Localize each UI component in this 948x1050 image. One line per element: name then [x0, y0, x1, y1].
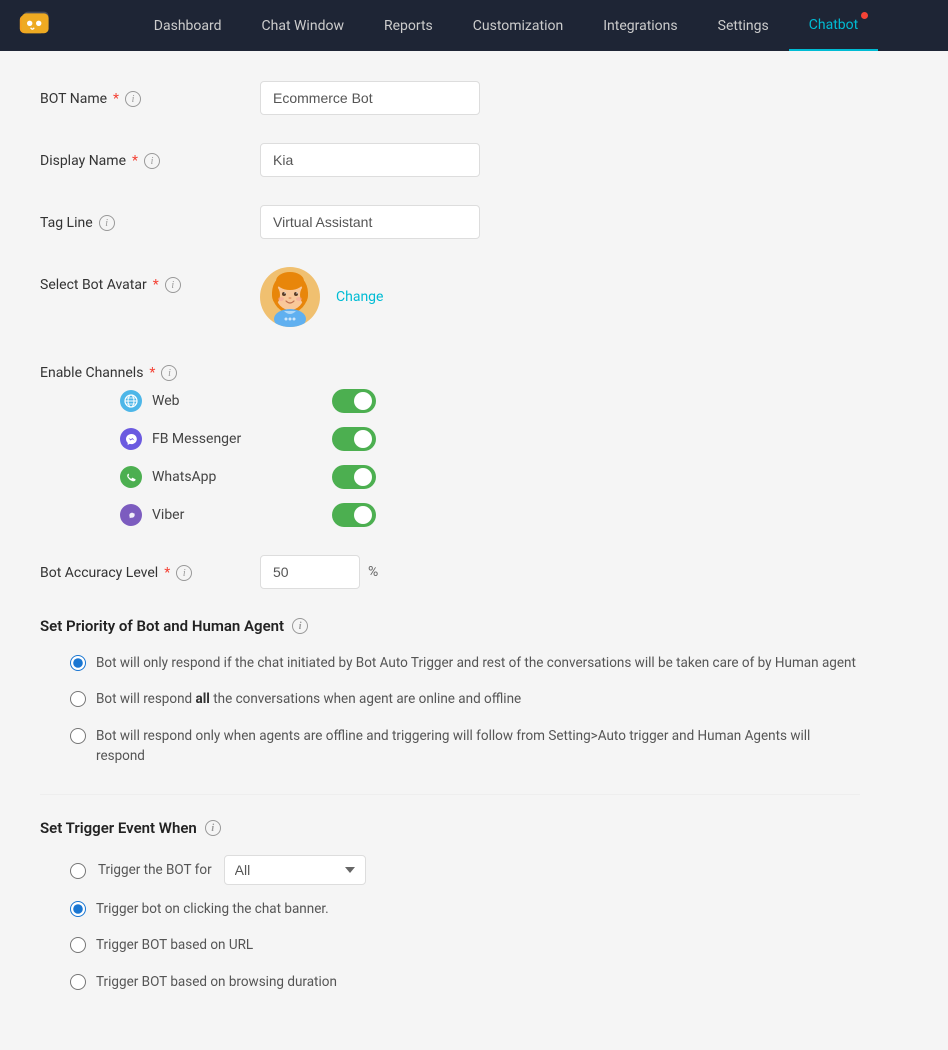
display-name-input-wrap: [260, 143, 860, 177]
priority-radio-3[interactable]: [70, 728, 86, 744]
trigger-section: Set Trigger Event When i Trigger the BOT…: [40, 819, 860, 992]
avatar-info-icon[interactable]: i: [165, 277, 181, 293]
trigger-option-4[interactable]: Trigger BOT based on browsing duration: [70, 972, 860, 992]
fb-icon: [120, 428, 142, 450]
nav-item-chat-window[interactable]: Chat Window: [242, 0, 364, 51]
priority-label-1: Bot will only respond if the chat initia…: [96, 653, 856, 673]
avatar-input-wrap: Change: [260, 267, 860, 327]
viber-toggle[interactable]: [332, 503, 376, 527]
bot-name-row: BOT Name * i: [40, 81, 860, 115]
priority-label-2: Bot will respond all the conversations w…: [96, 689, 521, 709]
tagline-row: Tag Line i: [40, 205, 860, 239]
priority-option-2[interactable]: Bot will respond all the conversations w…: [70, 689, 860, 709]
bot-name-input-wrap: [260, 81, 860, 115]
trigger-option-1: Trigger the BOT for All New Users Return…: [70, 855, 860, 885]
priority-info-icon[interactable]: i: [292, 618, 308, 634]
tagline-label: Tag Line i: [40, 205, 260, 231]
trigger-radio-4[interactable]: [70, 974, 86, 990]
accuracy-info-icon[interactable]: i: [176, 565, 192, 581]
trigger-info-icon[interactable]: i: [205, 820, 221, 836]
channel-row-web: Web: [120, 389, 860, 413]
accuracy-input-wrap: %: [260, 555, 860, 589]
trigger-radio-3[interactable]: [70, 937, 86, 953]
channel-row-whatsapp: WhatsApp: [120, 465, 860, 489]
priority-radio-2[interactable]: [70, 691, 86, 707]
tagline-info-icon[interactable]: i: [99, 215, 115, 231]
navbar: Dashboard Chat Window Reports Customizat…: [0, 0, 948, 51]
channel-row-fb: FB Messenger: [120, 427, 860, 451]
nav-item-reports[interactable]: Reports: [364, 0, 453, 51]
avatar: [260, 267, 320, 327]
priority-section: Set Priority of Bot and Human Agent i Bo…: [40, 617, 860, 766]
accuracy-percent: %: [368, 564, 378, 580]
avatar-required: *: [153, 277, 159, 293]
avatar-wrap: Change: [260, 267, 860, 327]
priority-option-1[interactable]: Bot will only respond if the chat initia…: [70, 653, 860, 673]
display-name-row: Display Name * i: [40, 143, 860, 177]
trigger-option-2[interactable]: Trigger bot on clicking the chat banner.: [70, 899, 860, 919]
nav-item-dashboard[interactable]: Dashboard: [134, 0, 242, 51]
channel-row-viber: Viber: [120, 503, 860, 527]
channels-required: *: [149, 365, 155, 381]
web-toggle[interactable]: [332, 389, 376, 413]
accuracy-required: *: [164, 565, 170, 581]
tagline-input[interactable]: [260, 205, 480, 239]
channel-name-viber: Viber: [152, 507, 272, 523]
accuracy-row: Bot Accuracy Level * i %: [40, 555, 860, 589]
avatar-row: Select Bot Avatar * i: [40, 267, 860, 327]
priority-label-3: Bot will respond only when agents are of…: [96, 726, 860, 767]
nav-item-customization[interactable]: Customization: [453, 0, 583, 51]
accuracy-wrap: %: [260, 555, 860, 589]
viber-icon: [120, 504, 142, 526]
trigger-option-3[interactable]: Trigger BOT based on URL: [70, 935, 860, 955]
change-avatar-link[interactable]: Change: [336, 289, 383, 305]
divider-1: [40, 794, 860, 795]
trigger-select[interactable]: All New Users Returning Users: [224, 855, 366, 885]
trigger-radio-1[interactable]: [70, 863, 86, 879]
nav-items: Dashboard Chat Window Reports Customizat…: [80, 0, 932, 51]
bot-name-input[interactable]: [260, 81, 480, 115]
trigger-radio-group: Trigger the BOT for All New Users Return…: [70, 855, 860, 992]
channel-name-whatsapp: WhatsApp: [152, 469, 272, 485]
web-icon: [120, 390, 142, 412]
nav-item-integrations[interactable]: Integrations: [583, 0, 697, 51]
fb-toggle[interactable]: [332, 427, 376, 451]
display-name-label: Display Name * i: [40, 143, 260, 169]
priority-radio-1[interactable]: [70, 655, 86, 671]
whatsapp-icon: [120, 466, 142, 488]
trigger-label-3: Trigger BOT based on URL: [96, 935, 253, 955]
nav-item-chatbot[interactable]: Chatbot: [789, 0, 878, 51]
tagline-input-wrap: [260, 205, 860, 239]
channel-list: Web FB Messenger: [40, 389, 860, 527]
priority-radio-group: Bot will only respond if the chat initia…: [70, 653, 860, 766]
channels-info-icon[interactable]: i: [161, 365, 177, 381]
bot-name-required: *: [113, 91, 119, 107]
priority-header: Set Priority of Bot and Human Agent i: [40, 617, 860, 635]
bot-name-info-icon[interactable]: i: [125, 91, 141, 107]
channel-name-web: Web: [152, 393, 272, 409]
trigger-label-4: Trigger BOT based on browsing duration: [96, 972, 337, 992]
logo: [16, 6, 56, 46]
priority-option-3[interactable]: Bot will respond only when agents are of…: [70, 726, 860, 767]
channel-name-fb: FB Messenger: [152, 431, 272, 447]
display-name-input[interactable]: [260, 143, 480, 177]
main-content: BOT Name * i Display Name * i Tag Line i: [0, 51, 900, 1050]
channels-label: Enable Channels * i: [40, 355, 260, 381]
trigger-header: Set Trigger Event When i: [40, 819, 860, 837]
trigger-label-2: Trigger bot on clicking the chat banner.: [96, 899, 329, 919]
avatar-label: Select Bot Avatar * i: [40, 267, 260, 293]
bot-name-label: BOT Name * i: [40, 81, 260, 107]
whatsapp-toggle[interactable]: [332, 465, 376, 489]
trigger-label-1: Trigger the BOT for: [98, 860, 212, 880]
accuracy-label: Bot Accuracy Level * i: [40, 555, 260, 581]
nav-item-settings[interactable]: Settings: [698, 0, 789, 51]
channels-section: Enable Channels * i Web: [40, 355, 860, 527]
display-name-info-icon[interactable]: i: [144, 153, 160, 169]
display-name-required: *: [132, 153, 138, 169]
accuracy-input[interactable]: [260, 555, 360, 589]
trigger-radio-2[interactable]: [70, 901, 86, 917]
